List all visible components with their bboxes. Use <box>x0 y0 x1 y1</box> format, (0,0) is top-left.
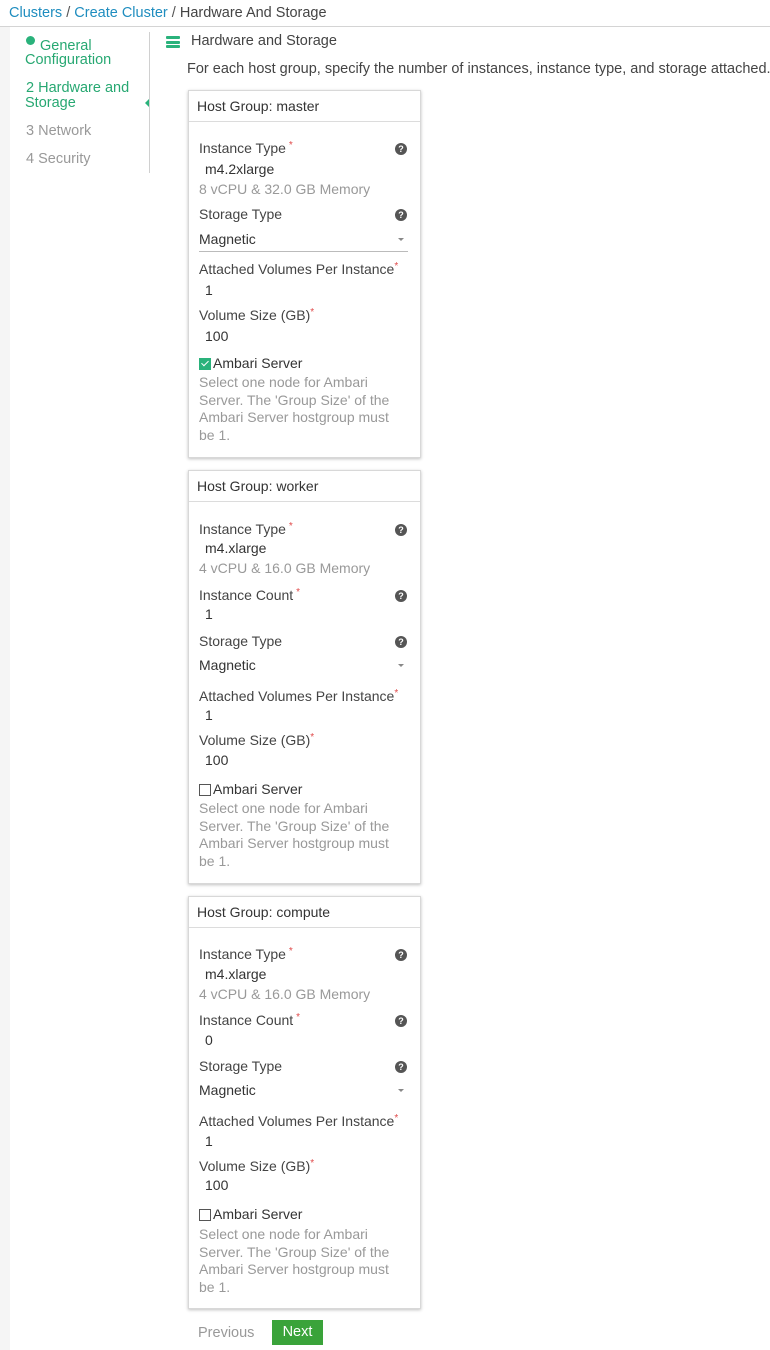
ambari-server-label: Ambari Server <box>213 1206 303 1222</box>
instance-type-value[interactable]: m4.2xlarge <box>205 161 274 177</box>
storage-type-select[interactable]: Magnetic <box>199 655 408 677</box>
storage-type-label: Storage Type <box>199 206 283 222</box>
attached-volumes-label: Attached Volumes Per Instance* <box>199 261 399 277</box>
section-title: Hardware and Storage <box>191 33 337 49</box>
host-group-title: Host Group: master <box>189 91 420 122</box>
volume-size-label: Volume Size (GB)* <box>199 732 315 748</box>
instance-specs: 8 vCPU & 32.0 GB Memory <box>199 181 371 197</box>
volume-size-input[interactable]: 100 <box>205 752 228 768</box>
instance-type-label: Instance Type * <box>199 946 293 962</box>
help-icon[interactable]: ? <box>395 209 407 221</box>
help-icon[interactable]: ? <box>395 949 407 961</box>
left-gutter <box>0 27 10 1350</box>
storage-type-value: Magnetic <box>199 231 256 247</box>
breadcrumb-divider <box>0 26 770 27</box>
instance-count-label: Instance Count * <box>199 587 301 603</box>
host-group-card-worker: Host Group: worker Instance Type * ? m4.x… <box>188 470 421 884</box>
help-icon[interactable]: ? <box>395 636 407 648</box>
step-hardware-line1[interactable]: 2 Hardware and <box>26 81 129 96</box>
section-description: For each host group, specify the number … <box>187 61 770 77</box>
step-general-line2[interactable]: Configuration <box>25 53 111 68</box>
instance-type-value[interactable]: m4.xlarge <box>205 540 266 556</box>
volume-size-label: Volume Size (GB)* <box>199 1158 315 1174</box>
steps-divider <box>149 32 150 173</box>
storage-type-value: Magnetic <box>199 657 256 673</box>
next-button[interactable]: Next <box>272 1320 323 1345</box>
help-icon[interactable]: ? <box>395 590 407 602</box>
storage-type-label: Storage Type <box>199 633 283 649</box>
attached-volumes-input[interactable]: 1 <box>205 1133 213 1149</box>
step-hardware-line2[interactable]: Storage <box>25 96 76 111</box>
ambari-server-label: Ambari Server <box>213 355 303 371</box>
help-icon[interactable]: ? <box>395 1061 407 1073</box>
chevron-down-icon <box>398 1089 404 1092</box>
completed-step-dot-icon <box>26 36 35 45</box>
ambari-server-description: Select one node for Ambari Server. The '… <box>199 374 390 443</box>
instance-count-input[interactable]: 0 <box>205 1032 213 1048</box>
instance-count-input[interactable]: 1 <box>205 606 213 622</box>
ambari-server-description: Select one node for Ambari Server. The '… <box>199 1226 390 1295</box>
attached-volumes-label: Attached Volumes Per Instance* <box>199 1113 399 1129</box>
attached-volumes-label: Attached Volumes Per Instance* <box>199 688 399 704</box>
ambari-server-label: Ambari Server <box>213 781 303 797</box>
breadcrumb-create-cluster-link[interactable]: Create Cluster <box>74 5 167 21</box>
attached-volumes-input[interactable]: 1 <box>205 707 213 723</box>
ambari-server-checkbox[interactable] <box>199 1209 211 1221</box>
step-network[interactable]: 3 Network <box>26 124 91 139</box>
host-group-card-compute: Host Group: compute Instance Type * ? m4.… <box>188 896 421 1309</box>
storage-type-label: Storage Type <box>199 1058 283 1074</box>
step-security[interactable]: 4 Security <box>26 152 90 167</box>
breadcrumb-separator: / <box>167 5 180 21</box>
instance-type-value[interactable]: m4.xlarge <box>205 966 266 982</box>
breadcrumb-clusters-link[interactable]: Clusters <box>9 5 62 21</box>
storage-type-select[interactable]: Magnetic <box>199 229 408 252</box>
server-stack-icon <box>166 36 180 48</box>
host-group-title: Host Group: worker <box>189 471 420 502</box>
help-icon[interactable]: ? <box>395 1015 407 1027</box>
breadcrumb-current: Hardware And Storage <box>179 5 327 21</box>
attached-volumes-input[interactable]: 1 <box>205 282 213 298</box>
instance-type-label: Instance Type * <box>199 521 293 537</box>
storage-type-value: Magnetic <box>199 1082 256 1098</box>
previous-button[interactable]: Previous <box>198 1325 254 1341</box>
help-icon[interactable]: ? <box>395 143 407 155</box>
ambari-server-checkbox[interactable] <box>199 784 211 796</box>
breadcrumb-separator: / <box>62 5 75 21</box>
host-group-card-master: Host Group: master Instance Type * ? m4.2… <box>188 90 421 458</box>
help-icon[interactable]: ? <box>395 524 407 536</box>
chevron-down-icon <box>398 238 404 241</box>
instance-specs: 4 vCPU & 16.0 GB Memory <box>199 560 371 576</box>
ambari-server-checkbox[interactable] <box>199 358 211 370</box>
chevron-down-icon <box>398 664 404 667</box>
host-group-title: Host Group: compute <box>189 897 420 928</box>
breadcrumb: Clusters / Create Cluster / Hardware And… <box>9 4 327 22</box>
volume-size-input[interactable]: 100 <box>205 328 228 344</box>
instance-count-label: Instance Count * <box>199 1012 301 1028</box>
volume-size-input[interactable]: 100 <box>205 1177 228 1193</box>
volume-size-label: Volume Size (GB)* <box>199 307 315 323</box>
instance-specs: 4 vCPU & 16.0 GB Memory <box>199 986 371 1002</box>
storage-type-select[interactable]: Magnetic <box>199 1080 408 1102</box>
ambari-server-description: Select one node for Ambari Server. The '… <box>199 800 390 869</box>
instance-type-label: Instance Type * <box>199 140 293 156</box>
